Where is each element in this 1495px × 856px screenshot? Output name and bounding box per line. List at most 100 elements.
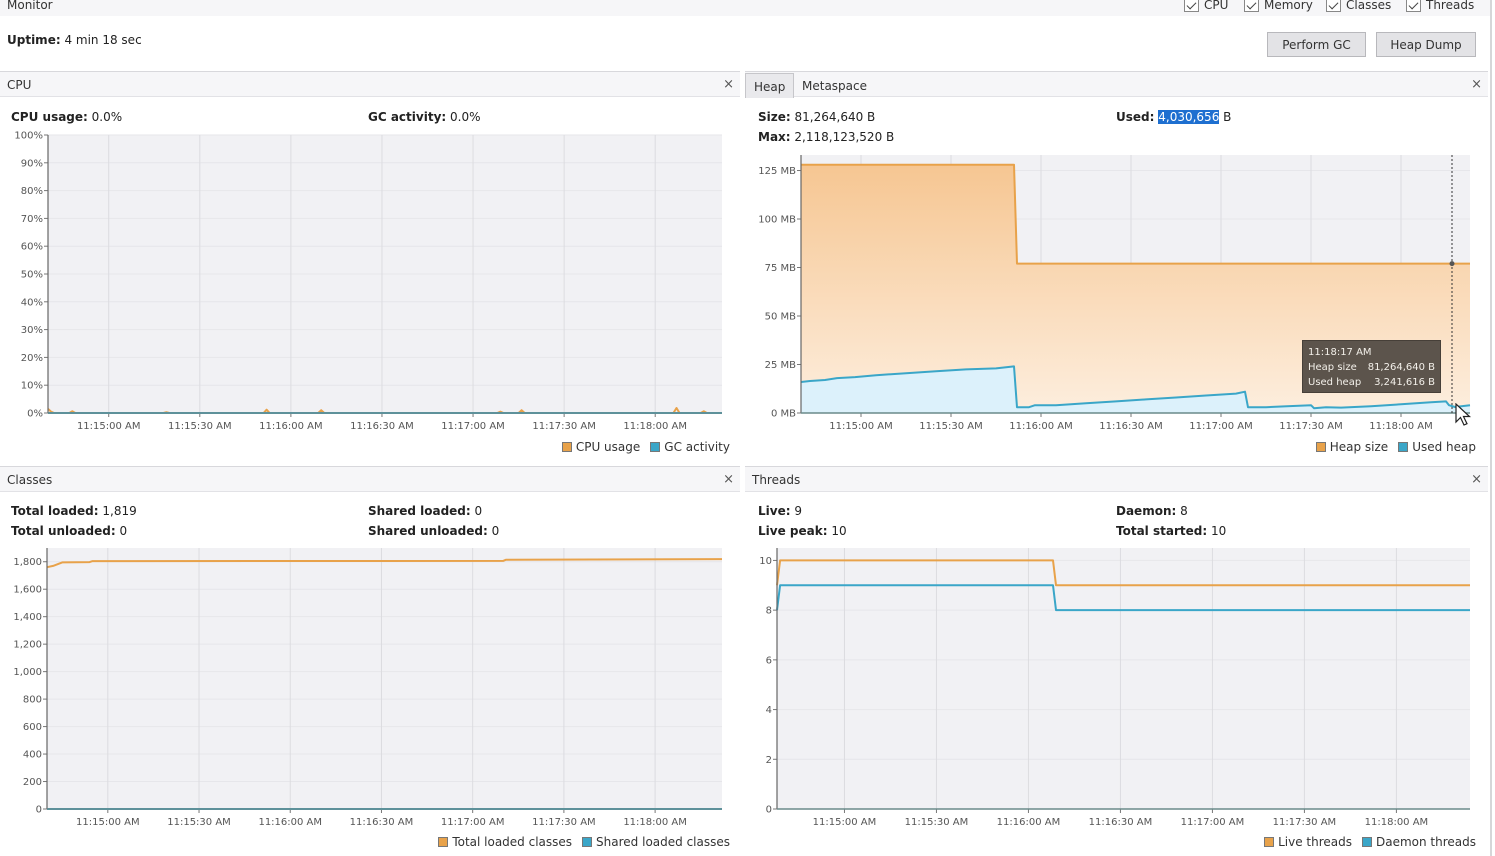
x-tick-label: 11:16:00 AM xyxy=(258,817,322,828)
hover-point xyxy=(1449,261,1455,267)
scrollbar-edge xyxy=(1490,0,1492,856)
uptime-label: Uptime: xyxy=(7,33,61,47)
stat-value: 0 xyxy=(474,504,483,518)
y-tick-label: 800 xyxy=(23,695,42,706)
checkbox-check-icon xyxy=(1406,0,1421,12)
y-tick-label: 60% xyxy=(21,242,43,253)
y-tick-label: 200 xyxy=(23,777,42,788)
legend-label: CPU usage xyxy=(575,440,641,454)
heap-tooltip: 11:18:17 AM Heap size 81,264,640 B Used h… xyxy=(1302,340,1441,393)
window-title: Monitor xyxy=(7,0,53,12)
close-icon[interactable]: × xyxy=(723,77,734,92)
checkbox-label: CPU xyxy=(1204,0,1229,12)
y-tick-label: 2 xyxy=(766,755,772,766)
checkbox-label: Classes xyxy=(1346,0,1392,12)
y-tick-label: 90% xyxy=(21,158,43,169)
x-tick-label: 11:16:30 AM xyxy=(1089,817,1153,828)
threads-chart[interactable]: 0 2 4 6 8 10 11:15:00 AM 11:15:30 AM 11:16:00 AM… xyxy=(745,543,1490,833)
x-tick-label: 11:17:30 AM xyxy=(1279,421,1343,432)
heap-max-stat: Max: 2,118,123,520 B xyxy=(758,130,894,144)
live-threads-stat: Live: 9 xyxy=(758,504,802,518)
y-tick-label: 0 xyxy=(36,805,42,816)
y-tick-label: 100 MB xyxy=(758,215,796,226)
y-tick-label: 1,800 xyxy=(13,557,42,568)
x-tick-label: 11:15:30 AM xyxy=(905,817,969,828)
x-tick-label: 11:17:00 AM xyxy=(1181,817,1245,828)
close-icon[interactable]: × xyxy=(1471,472,1482,487)
y-tick-label: 80% xyxy=(21,186,43,197)
stat-label: Size: xyxy=(758,110,791,124)
x-tick-label: 11:16:30 AM xyxy=(350,421,414,432)
cpu-checkbox[interactable]: CPU xyxy=(1184,0,1228,12)
x-tick-label: 11:17:30 AM xyxy=(532,421,596,432)
close-icon[interactable]: × xyxy=(723,472,734,487)
close-icon[interactable]: × xyxy=(1471,77,1482,92)
y-tick-label: 10 xyxy=(759,556,772,567)
stat-label: Max: xyxy=(758,130,791,144)
x-tick-label: 11:18:00 AM xyxy=(623,421,687,432)
cpu-chart[interactable]: 0% 10% 20% 30% 40% 50% 60% 70% 80% 90% 100% 11:15:0… xyxy=(0,130,740,435)
x-tick-label: 11:17:00 AM xyxy=(1189,421,1253,432)
stat-value: 1,819 xyxy=(102,504,137,518)
daemon-threads-stat: Daemon: 8 xyxy=(1116,504,1188,518)
y-tick-label: 10% xyxy=(21,381,43,392)
shared-loaded-stat: Shared loaded: 0 xyxy=(368,504,482,518)
y-tick-label: 125 MB xyxy=(758,166,796,177)
x-tick-label: 11:15:00 AM xyxy=(77,421,141,432)
memory-checkbox[interactable]: Memory xyxy=(1244,0,1313,12)
stat-label: Shared loaded: xyxy=(368,504,471,518)
y-tick-label: 30% xyxy=(21,325,43,336)
y-tick-label: 70% xyxy=(21,214,43,225)
classes-checkbox[interactable]: Classes xyxy=(1326,0,1391,12)
plot-background xyxy=(777,548,1470,809)
y-tick-label: 1,000 xyxy=(13,667,42,678)
stat-label: GC activity: xyxy=(368,110,447,124)
tab-metaspace[interactable]: Metaspace xyxy=(794,73,875,98)
legend-label: Live threads xyxy=(1278,835,1352,849)
x-tick-label: 11:16:00 AM xyxy=(1009,421,1073,432)
total-unloaded-stat: Total unloaded: 0 xyxy=(11,524,127,538)
tooltip-time: 11:18:17 AM xyxy=(1308,347,1372,358)
cpu-usage-stat: CPU usage: 0.0% xyxy=(11,110,122,124)
checkbox-label: Threads xyxy=(1426,0,1475,12)
stat-label: Live peak: xyxy=(758,524,828,538)
stat-value: 10 xyxy=(831,524,847,538)
x-tick-label: 11:17:30 AM xyxy=(532,817,596,828)
classes-chart[interactable]: 0 200 400 600 800 1,000 1,200 1,400 1,600 1,800 11… xyxy=(0,543,740,833)
classes-panel-title: Classes xyxy=(7,473,53,487)
uptime: Uptime: 4 min 18 sec xyxy=(7,33,142,47)
y-tick-label: 400 xyxy=(23,750,42,761)
stat-value: 2,118,123,520 B xyxy=(794,130,895,144)
y-tick-label: 1,600 xyxy=(13,585,42,596)
tab-heap[interactable]: Heap xyxy=(745,73,795,98)
y-tick-label: 0 xyxy=(766,805,772,816)
legend-label: GC activity xyxy=(664,440,730,454)
legend-label: Daemon threads xyxy=(1375,835,1476,849)
perform-gc-button[interactable]: Perform GC xyxy=(1267,32,1366,57)
x-tick-label: 11:16:30 AM xyxy=(350,817,414,828)
stat-label: Total started: xyxy=(1116,524,1208,538)
legend-swatch-orange xyxy=(1264,837,1275,847)
threads-checkbox[interactable]: Threads xyxy=(1406,0,1474,12)
stat-value: 81,264,640 B xyxy=(794,110,876,124)
heap-panel-header: Heap Metaspace × xyxy=(745,71,1488,98)
y-tick-label: 1,200 xyxy=(13,640,42,651)
legend-swatch-orange xyxy=(561,442,572,452)
threads-panel-header: Threads × xyxy=(745,466,1488,492)
shared-unloaded-stat: Shared unloaded: 0 xyxy=(368,524,499,538)
x-tick-label: 11:18:00 AM xyxy=(623,817,687,828)
x-tick-label: 11:17:00 AM xyxy=(441,421,505,432)
legend-swatch-orange xyxy=(1315,442,1326,452)
total-loaded-stat: Total loaded: 1,819 xyxy=(11,504,137,518)
x-tick-label: 11:17:30 AM xyxy=(1273,817,1337,828)
legend-label: Heap size xyxy=(1329,440,1389,454)
tooltip-value: 3,241,616 B xyxy=(1374,377,1435,388)
cpu-panel-title: CPU xyxy=(7,78,32,92)
selected-text[interactable]: 4,030,656 xyxy=(1158,110,1220,124)
heap-dump-button[interactable]: Heap Dump xyxy=(1376,32,1476,57)
checkbox-check-icon xyxy=(1184,0,1199,12)
gc-activity-stat: GC activity: 0.0% xyxy=(368,110,481,124)
y-tick-label: 50 MB xyxy=(765,312,797,323)
stat-label: Used: xyxy=(1116,110,1155,124)
x-tick-label: 11:16:00 AM xyxy=(997,817,1061,828)
